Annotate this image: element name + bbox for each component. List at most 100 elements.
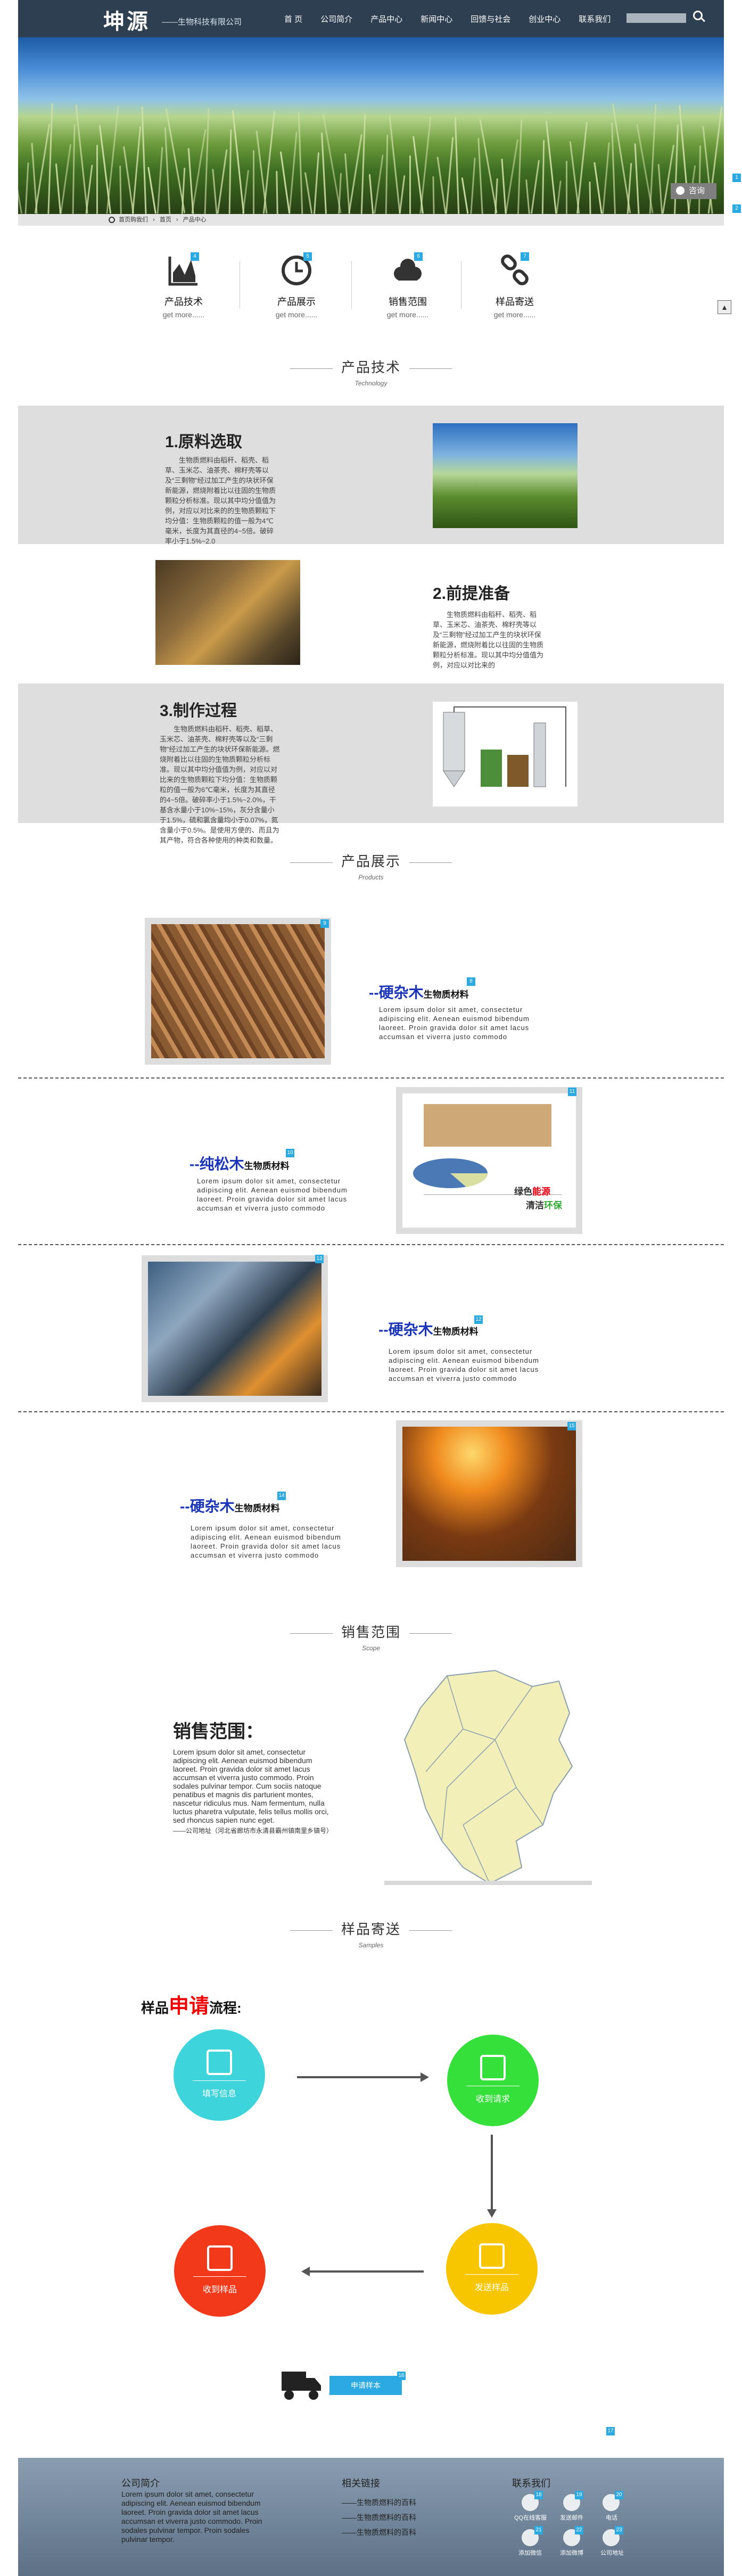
product-image-frame[interactable] [142, 1255, 328, 1402]
quick-link-products[interactable]: 产品展示 get more...... [265, 254, 328, 319]
grass-stem [385, 134, 389, 214]
breadcrumb-home[interactable]: 首页购我们 [119, 217, 148, 223]
quick-link-tech[interactable]: 产品技术 get more...... [152, 254, 216, 319]
grass-stem [228, 129, 232, 214]
nav-business[interactable]: 创业中心 [529, 13, 560, 24]
quick-link-title: 产品技术 [164, 297, 203, 307]
product-title[interactable]: --纯松木生物质材料 [189, 1153, 290, 1174]
nav-about[interactable]: 公司简介 [320, 13, 352, 24]
grass-stem [141, 106, 147, 214]
search-icon[interactable] [693, 11, 703, 20]
product-image-frame[interactable] [145, 918, 331, 1065]
grass-stem [477, 138, 484, 214]
breadcrumb-separator: › [153, 217, 155, 223]
grass-stem [321, 133, 327, 214]
furnace-worker-image [148, 1262, 321, 1396]
grass-stem [409, 155, 411, 214]
product-name: --硬杂木 [378, 1321, 433, 1338]
footer-link[interactable]: ——生物质燃料的百科 [342, 2498, 416, 2507]
grass-stem [253, 150, 254, 214]
arrow-down [491, 2135, 493, 2211]
wood-pellets-image [151, 924, 325, 1058]
flow-step-label: 收到样品 [202, 2285, 237, 2294]
contact-badge: 20 [615, 2491, 623, 2499]
step-divider [465, 2274, 518, 2275]
grass-stem [119, 165, 122, 214]
nav-products[interactable]: 产品中心 [370, 13, 402, 24]
contact-label: 发送邮件 [560, 2515, 583, 2521]
footer-link[interactable]: ——生物质燃料的百科 [342, 2528, 416, 2537]
contact-label: 添加微信 [518, 2550, 542, 2556]
quick-link-sales[interactable]: 销售范围 get more...... [376, 254, 440, 319]
back-to-top-button[interactable]: ▲ [718, 300, 731, 314]
flow-step-label: 填写信息 [202, 2089, 236, 2098]
edit-icon [207, 2050, 232, 2075]
product-name: --硬杂木 [369, 984, 424, 1001]
floating-badge: 17 [606, 2427, 615, 2435]
search-input[interactable] [626, 13, 686, 23]
sales-desc: Lorem ipsum dolor sit amet, consectetur … [173, 1748, 329, 1824]
grass-stem [313, 152, 319, 214]
flow-step-send-sample[interactable]: 发送样品 [446, 2223, 538, 2315]
consult-button[interactable]: 咨询 [671, 183, 716, 199]
quick-link-samples[interactable]: 样品寄送 get more...... [483, 254, 547, 319]
sales-title: 销售范围： [173, 1722, 263, 1742]
hero-badge-top: 1 [732, 174, 741, 182]
mail-icon [480, 2055, 506, 2080]
tech-step-1-row [18, 406, 724, 544]
contact-badge: 23 [615, 2526, 623, 2534]
nav-news[interactable]: 新闻中心 [421, 13, 452, 24]
nav-society[interactable]: 回馈与社会 [471, 13, 510, 24]
caption-text: 绿色 [514, 1187, 532, 1197]
grass-stem [556, 180, 562, 214]
dashed-divider [18, 1244, 724, 1245]
grass-stem [432, 176, 435, 214]
nav-contact[interactable]: 联系我们 [579, 13, 611, 24]
breadcrumb: 首页购我们 › 首页 › 产品中心 [18, 214, 724, 226]
product-title[interactable]: --硬杂木生物质材料 [369, 981, 469, 1002]
contact-label: 添加微博 [560, 2550, 583, 2556]
footer-link[interactable]: ——生物质燃料的百科 [342, 2513, 416, 2522]
section-heading-tech: 产品技术 Technology [0, 357, 742, 387]
quick-link-more[interactable]: get more...... [376, 310, 440, 319]
nav-home[interactable]: 首 页 [284, 13, 302, 24]
home-icon[interactable] [109, 217, 115, 224]
grass-stem [658, 164, 663, 214]
quick-link-more[interactable]: get more...... [152, 310, 216, 319]
tile-badge: 5 [303, 252, 312, 261]
quick-link-more[interactable]: get more...... [265, 310, 328, 319]
flow-step-receive-sample[interactable]: 收到样品 [174, 2225, 266, 2317]
contact-label: QQ在线客服 [514, 2515, 547, 2521]
grass-stem [204, 109, 210, 214]
grass-stem [388, 115, 401, 214]
tech-step-desc: 生物质燃料由稻秆、稻壳、稻草、玉米芯、油茶壳、棉籽壳等以及“三剩物”经过加工产生… [165, 456, 276, 545]
divider [351, 261, 352, 309]
gift-icon [207, 2245, 233, 2271]
grass-stem [75, 104, 88, 214]
flow-step-fill-info[interactable]: 填写信息 [174, 2029, 265, 2121]
product-image-frame[interactable]: 绿色能源 清洁环保 [396, 1087, 582, 1234]
breadcrumb-item-2[interactable]: 产品中心 [183, 217, 207, 223]
apply-sample-button[interactable]: 申请样本 [329, 2376, 402, 2395]
grass-stem [18, 182, 23, 214]
site-logo[interactable]: 坤源 [103, 4, 150, 35]
breadcrumb-item-1[interactable]: 首页 [160, 217, 171, 223]
product-image-frame[interactable] [396, 1420, 582, 1567]
contact-badge: 22 [575, 2526, 583, 2534]
grass-stem [47, 103, 53, 214]
product-title[interactable]: --硬杂木生物质材料 [378, 1318, 479, 1339]
grass-stem [445, 137, 454, 214]
consult-label: 咨询 [689, 186, 705, 195]
grass-stem [634, 143, 640, 214]
grass-stem [368, 174, 374, 214]
section-subtitle: Samples [358, 1941, 384, 1949]
flow-title-suffix: 流程: [209, 2000, 242, 2016]
product-desc: Lorem ipsum dolor sit amet, consectetur … [191, 1524, 341, 1559]
sales-map[interactable] [383, 1665, 593, 1893]
grass-stem [96, 145, 98, 214]
flow-step-receive-request[interactable]: 收到请求 [447, 2035, 539, 2126]
contact-label: 公司地址 [600, 2550, 624, 2556]
tech-step-desc: 生物质燃料由稻秆、稻壳、稻草、玉米芯、油茶壳、棉籽壳等以及“三剩物”经过加工产生… [433, 611, 544, 669]
quick-link-more[interactable]: get more...... [483, 310, 547, 319]
product-title[interactable]: --硬杂木生物质材料 [180, 1495, 280, 1516]
